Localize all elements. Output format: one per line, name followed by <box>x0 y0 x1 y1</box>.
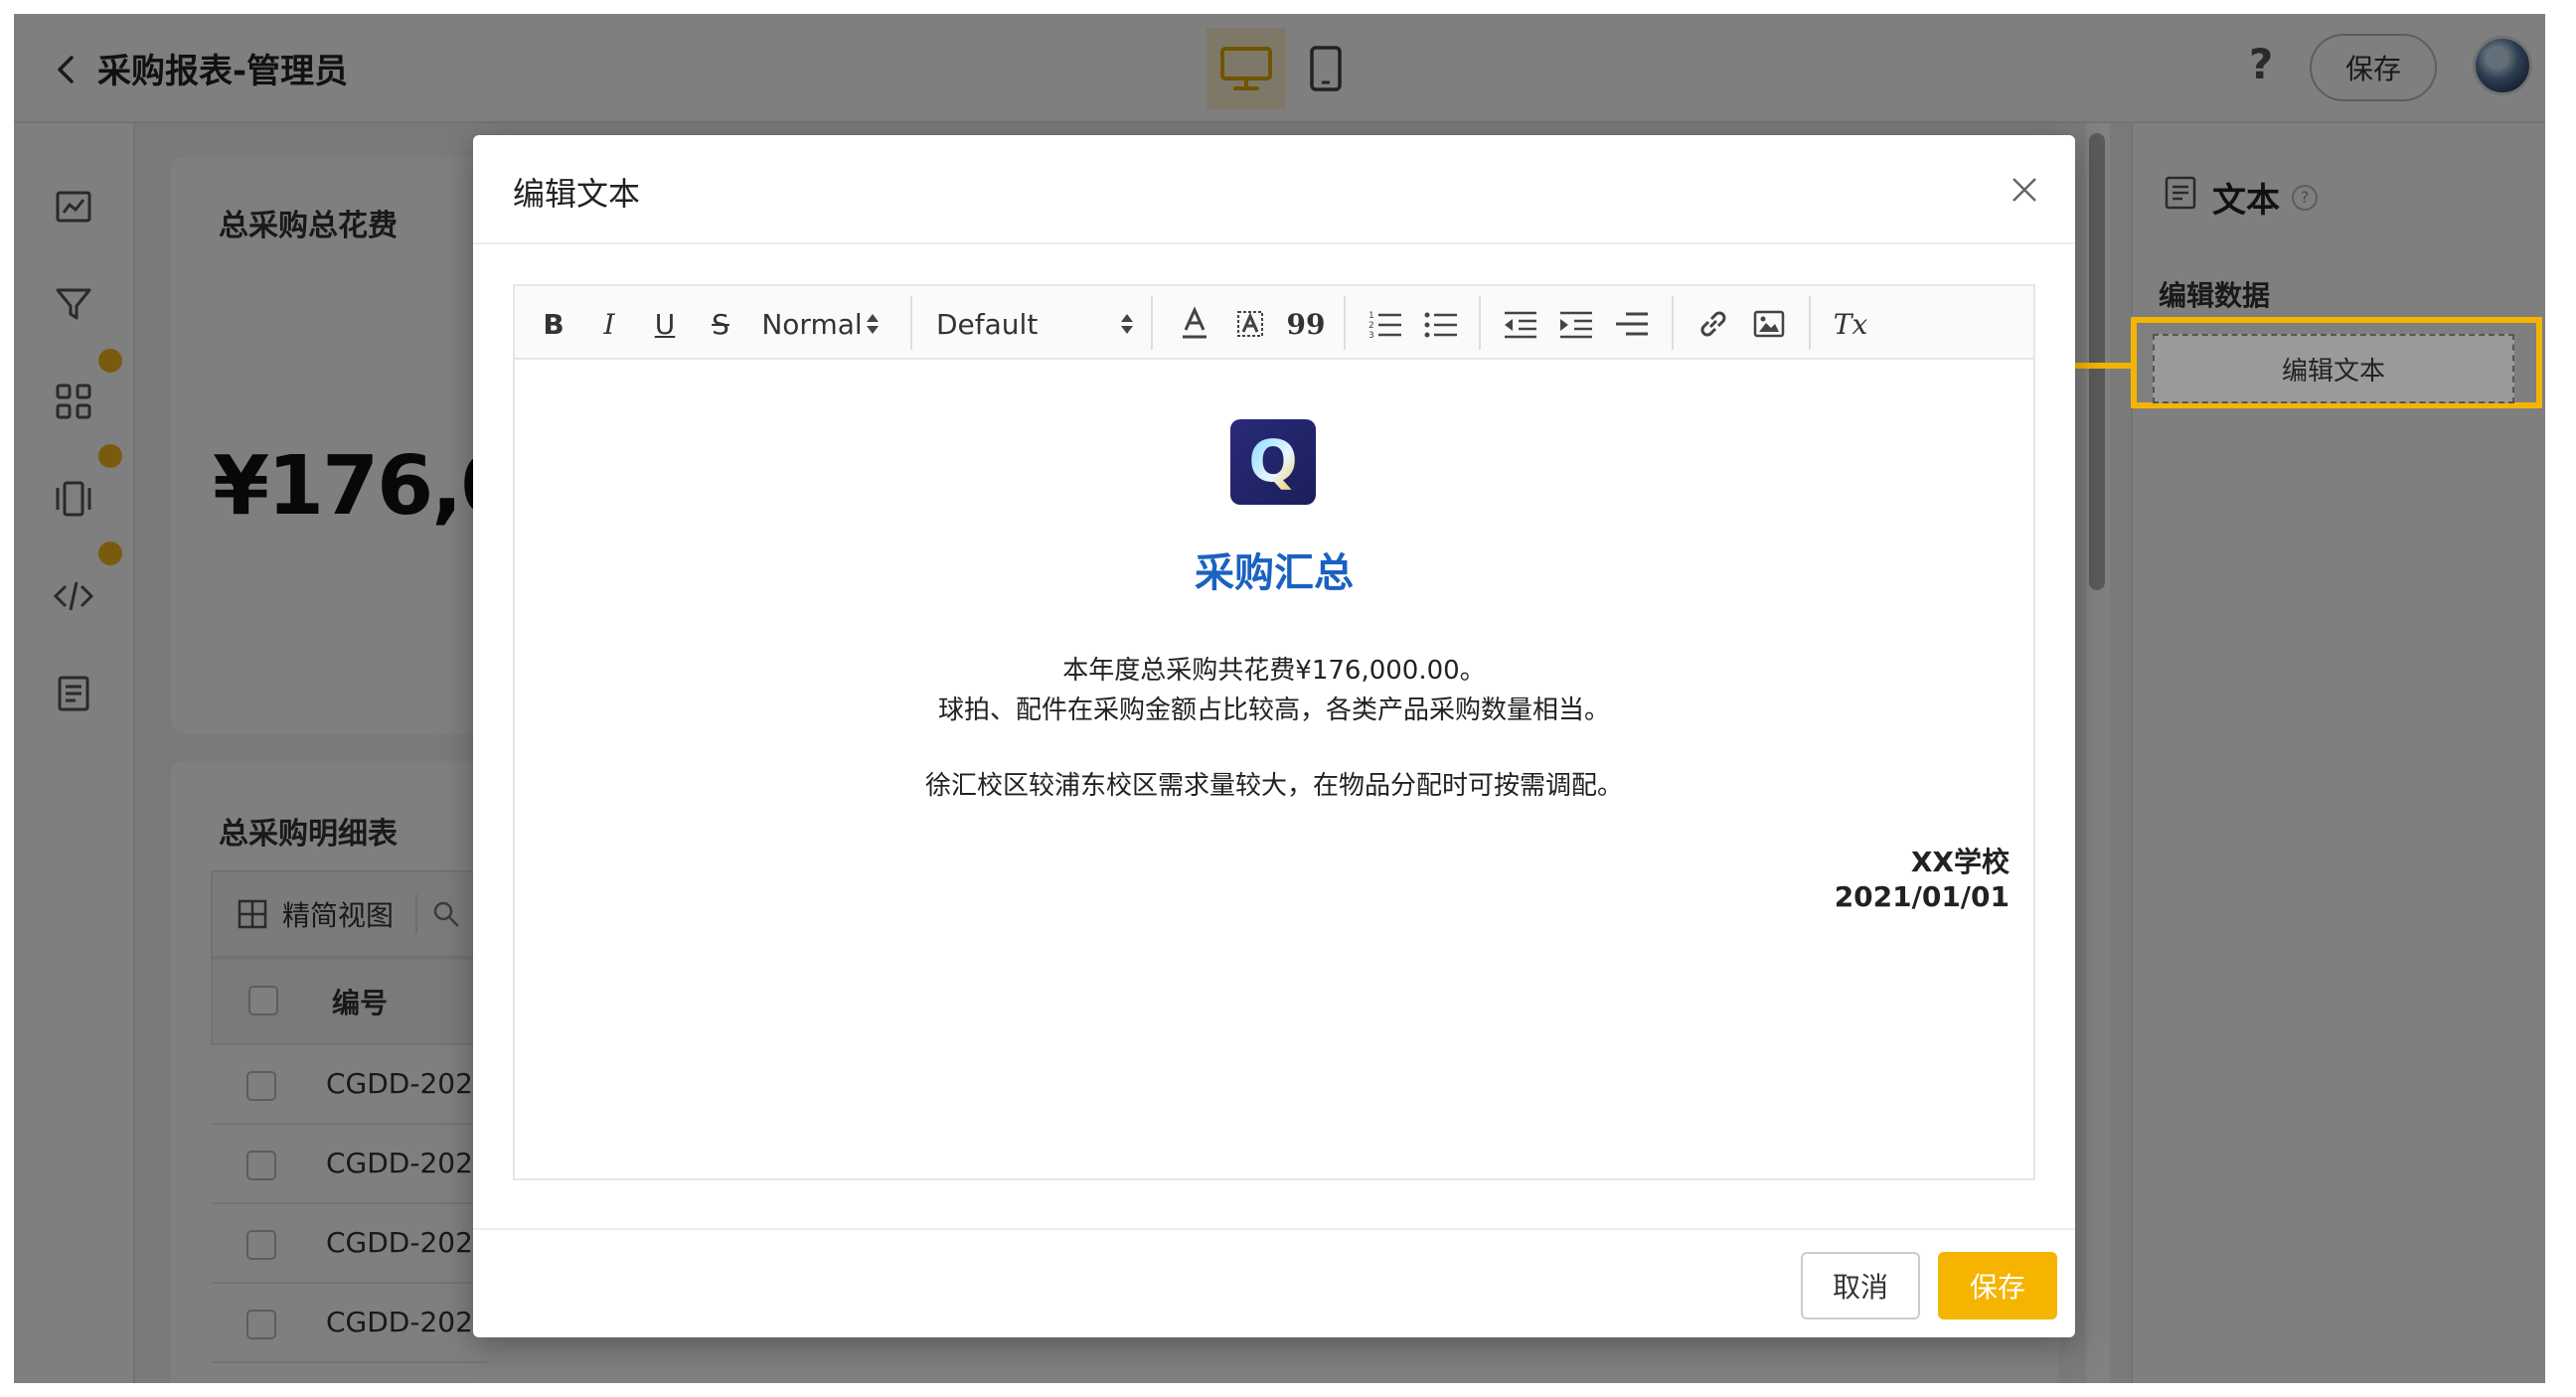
content-heading: 采购汇总 <box>1195 550 1354 596</box>
editor-content[interactable]: Q 采购汇总 本年度总采购共花费¥176,000.00。 球拍、配件在采购金额占… <box>515 362 2033 1178</box>
strikethrough-button[interactable]: S <box>706 304 735 344</box>
toolbar-separator <box>1151 296 1153 350</box>
background-color-button[interactable] <box>1232 304 1268 344</box>
header-select[interactable]: Normal <box>761 304 881 344</box>
content-line: 本年度总采购共花费¥176,000.00。 <box>1062 656 1486 686</box>
ordered-list-icon: 1 2 3 <box>1368 311 1401 340</box>
outdent-button[interactable] <box>1501 304 1540 344</box>
header-select-value: Normal <box>761 307 863 341</box>
content-line: 徐汇校区较浦东校区需求量较大，在物品分配时可按需调配。 <box>924 771 1623 801</box>
modal-header: 编辑文本 <box>473 135 2075 244</box>
editor-toolbar: B I U S Normal Default 99 1 2 3 Tx <box>515 286 2033 360</box>
q-logo-letter: Q <box>1248 429 1297 495</box>
indent-button[interactable] <box>1556 304 1596 344</box>
q-logo-icon: Q <box>1248 429 1297 495</box>
modal-footer: 取消 保存 <box>473 1228 2075 1337</box>
blockquote-button[interactable]: 99 <box>1287 304 1326 344</box>
font-color-icon <box>1183 306 1207 339</box>
svg-text:1: 1 <box>1368 311 1374 321</box>
font-select[interactable]: Default <box>936 304 1135 344</box>
select-arrows-icon <box>866 314 879 334</box>
signature-org: XX学校 <box>1910 846 2010 878</box>
bullet-list-icon <box>1424 312 1457 338</box>
link-icon <box>1700 311 1726 337</box>
bullet-list-button[interactable] <box>1421 304 1461 344</box>
rich-text-editor: B I U S Normal Default 99 1 2 3 Tx Q 采购汇… <box>513 284 2035 1180</box>
image-button[interactable] <box>1749 304 1789 344</box>
bold-button[interactable]: B <box>539 304 568 344</box>
toolbar-separator <box>910 296 912 350</box>
text-color-button[interactable] <box>1177 304 1212 344</box>
modal-title: 编辑文本 <box>513 175 641 213</box>
pointer-arrow-shaft <box>2067 363 2131 369</box>
app-window: 采购报表-管理员 ? 保存 <box>14 14 2545 1383</box>
toolbar-separator <box>1479 296 1481 350</box>
scrollbar-thumb[interactable] <box>2089 133 2105 590</box>
outdent-icon <box>1505 311 1536 339</box>
toolbar-separator <box>1809 296 1811 350</box>
underline-button[interactable]: U <box>650 304 680 344</box>
link-button[interactable] <box>1693 304 1733 344</box>
toolbar-separator <box>1344 296 1346 350</box>
svg-text:2: 2 <box>1368 321 1374 331</box>
q-logo: Q <box>1230 419 1316 505</box>
clear-format-button[interactable]: Tx <box>1829 304 1872 344</box>
align-button[interactable] <box>1612 304 1652 344</box>
cancel-button[interactable]: 取消 <box>1801 1252 1920 1319</box>
content-line: 球拍、配件在采购金额占比较高，各类产品采购数量相当。 <box>937 696 1610 725</box>
highlight-color-icon <box>1237 311 1263 337</box>
toolbar-separator <box>1672 296 1674 350</box>
edit-text-button[interactable]: 编辑文本 <box>2153 334 2514 403</box>
font-select-value: Default <box>936 307 1039 341</box>
ordered-list-button[interactable]: 1 2 3 <box>1366 304 1405 344</box>
signature-date: 2021/01/01 <box>1834 880 2010 913</box>
image-icon <box>1753 310 1785 338</box>
align-right-icon <box>1616 312 1648 336</box>
close-icon[interactable] <box>2010 175 2039 205</box>
italic-button[interactable]: I <box>594 304 624 344</box>
indent-icon <box>1560 311 1592 339</box>
edit-text-modal: 编辑文本 B I U S Normal Default 99 1 2 3 Tx … <box>473 135 2075 1337</box>
select-arrows-icon <box>1121 314 1133 334</box>
save-button[interactable]: 保存 <box>1938 1252 2057 1319</box>
svg-text:3: 3 <box>1368 331 1374 340</box>
